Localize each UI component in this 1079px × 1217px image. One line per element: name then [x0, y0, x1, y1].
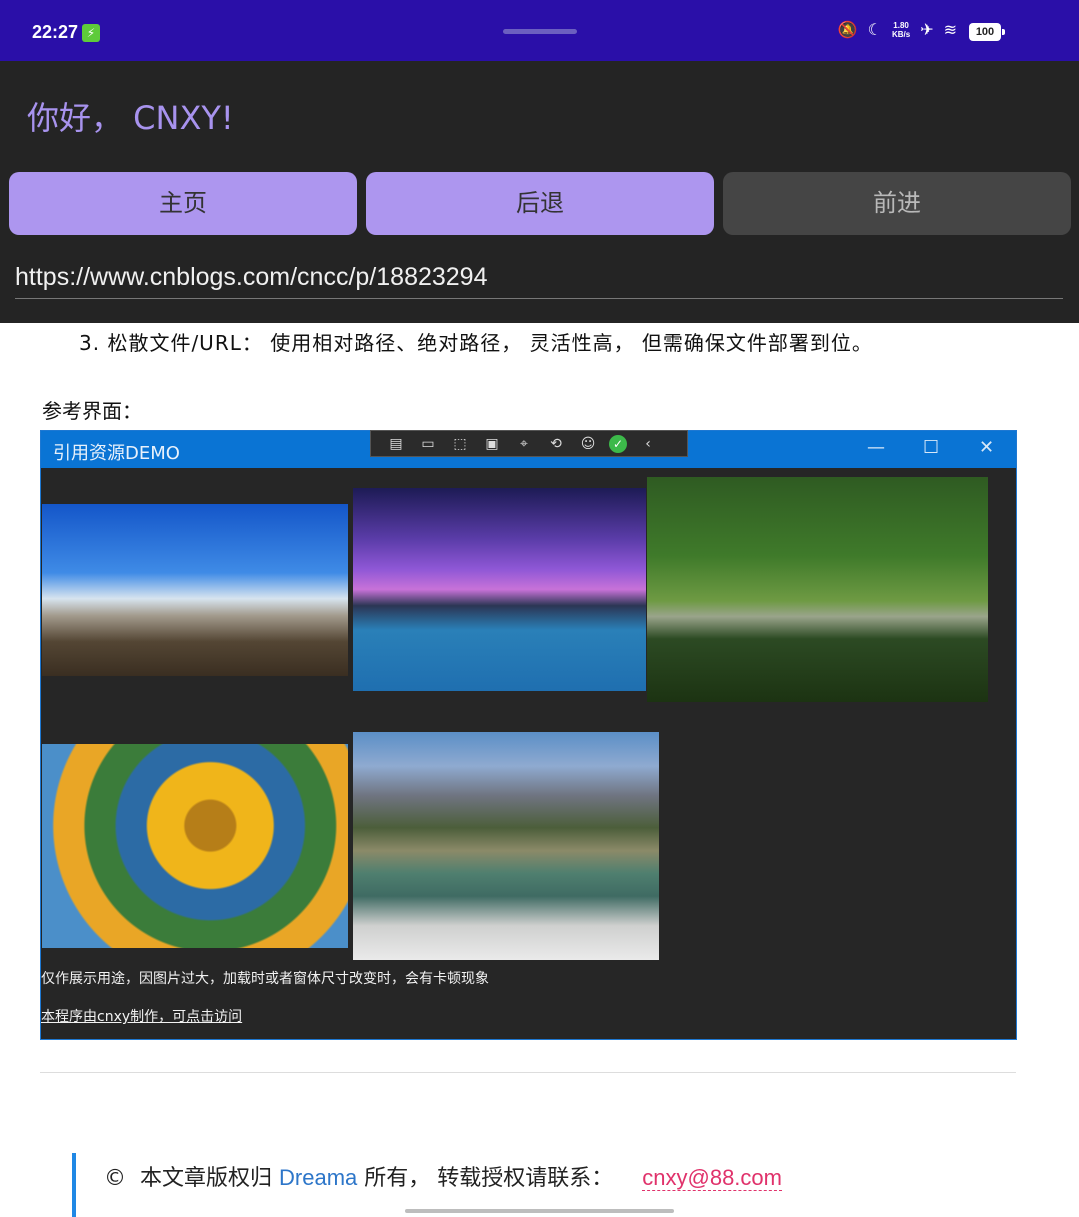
- record-icon: ▭: [421, 435, 435, 452]
- charging-icon: ⚡: [82, 24, 100, 42]
- copyright-icon: ©: [104, 1166, 126, 1191]
- home-button[interactable]: 主页: [9, 172, 357, 235]
- back-button[interactable]: 后退: [366, 172, 714, 235]
- live-tree-icon: ▤: [389, 435, 403, 452]
- home-indicator[interactable]: [405, 1209, 674, 1213]
- image-waterfall: [353, 732, 659, 960]
- greeting-title: 你好， CNXY!: [27, 99, 234, 137]
- copyright-brand: Dreama: [279, 1165, 358, 1190]
- clock: 22:27: [32, 22, 79, 42]
- close-icon: ✕: [979, 437, 995, 458]
- copyright-prefix: 本文章版权归: [140, 1166, 273, 1191]
- demo-link: 本程序由cnxy制作，可点击访问: [41, 1009, 243, 1025]
- divider: [40, 1072, 1016, 1073]
- select-element-icon: ⬚: [453, 435, 467, 452]
- image-sunflower: [42, 744, 348, 948]
- wifi-icon: ≋: [943, 20, 957, 39]
- copyright-notice: © 本文章版权归 Dreama 所有， 转载授权请联系： cnxy@88.com: [104, 1160, 782, 1192]
- minimize-icon: —: [867, 437, 885, 458]
- track-focus-icon: ⌖: [520, 435, 528, 452]
- image-mountains: [42, 504, 348, 676]
- image-stone-bridge: [647, 477, 988, 702]
- accessibility-icon: ☺: [580, 435, 596, 452]
- forward-button[interactable]: 前进: [723, 172, 1071, 235]
- airplane-icon: ✈: [920, 20, 934, 39]
- article-list-item-3: 3. 松散文件/URL： 使用相对路径、绝对路径， 灵活性高， 但需确保文件部署…: [79, 331, 873, 355]
- drag-handle[interactable]: [503, 29, 577, 34]
- demo-caption: 仅作展示用途，因图片过大，加载时或者窗体尺寸改变时，会有卡顿现象: [41, 971, 489, 987]
- moon-icon: ☾: [867, 20, 882, 39]
- demo-window-screenshot: 引用资源DEMO — ☐ ✕ ▤ ▭ ⬚ ▣ ⌖ ⟲ ☺ ✓ ‹ 仅作展示用途，…: [40, 430, 1017, 1040]
- status-icons: 🔕 ☾ 1.80 KB/s ✈ ≋: [838, 20, 957, 39]
- check-icon: ✓: [609, 434, 627, 453]
- url-field[interactable]: https://www.cnblogs.com/cncc/p/18823294: [15, 263, 1063, 299]
- bell-muted-icon: 🔕: [837, 20, 858, 39]
- binding-icon: ⟲: [550, 435, 562, 452]
- reference-heading: 参考界面：: [42, 399, 142, 423]
- copyright-accent-bar: [72, 1153, 76, 1217]
- debug-toolbar: ▤ ▭ ⬚ ▣ ⌖ ⟲ ☺ ✓ ‹: [370, 430, 688, 457]
- chevron-left-icon: ‹: [645, 435, 651, 452]
- status-bar: 22:27 ⚡ 🔕 ☾ 1.80 KB/s ✈ ≋ 100: [0, 0, 1079, 61]
- email-link[interactable]: cnxy@88.com: [642, 1165, 782, 1191]
- layout-adorner-icon: ▣: [485, 435, 499, 452]
- copyright-suffix: 所有， 转载授权请联系：: [364, 1166, 614, 1191]
- maximize-icon: ☐: [923, 437, 940, 458]
- browser-app: 你好， CNXY! 主页 后退 前进 https://www.cnblogs.c…: [0, 61, 1079, 323]
- battery-icon: 100: [969, 23, 1005, 41]
- net-speed: 1.80 KB/s: [891, 20, 911, 39]
- demo-window-title: 引用资源DEMO: [53, 443, 180, 464]
- image-aurora-lake: [353, 488, 646, 691]
